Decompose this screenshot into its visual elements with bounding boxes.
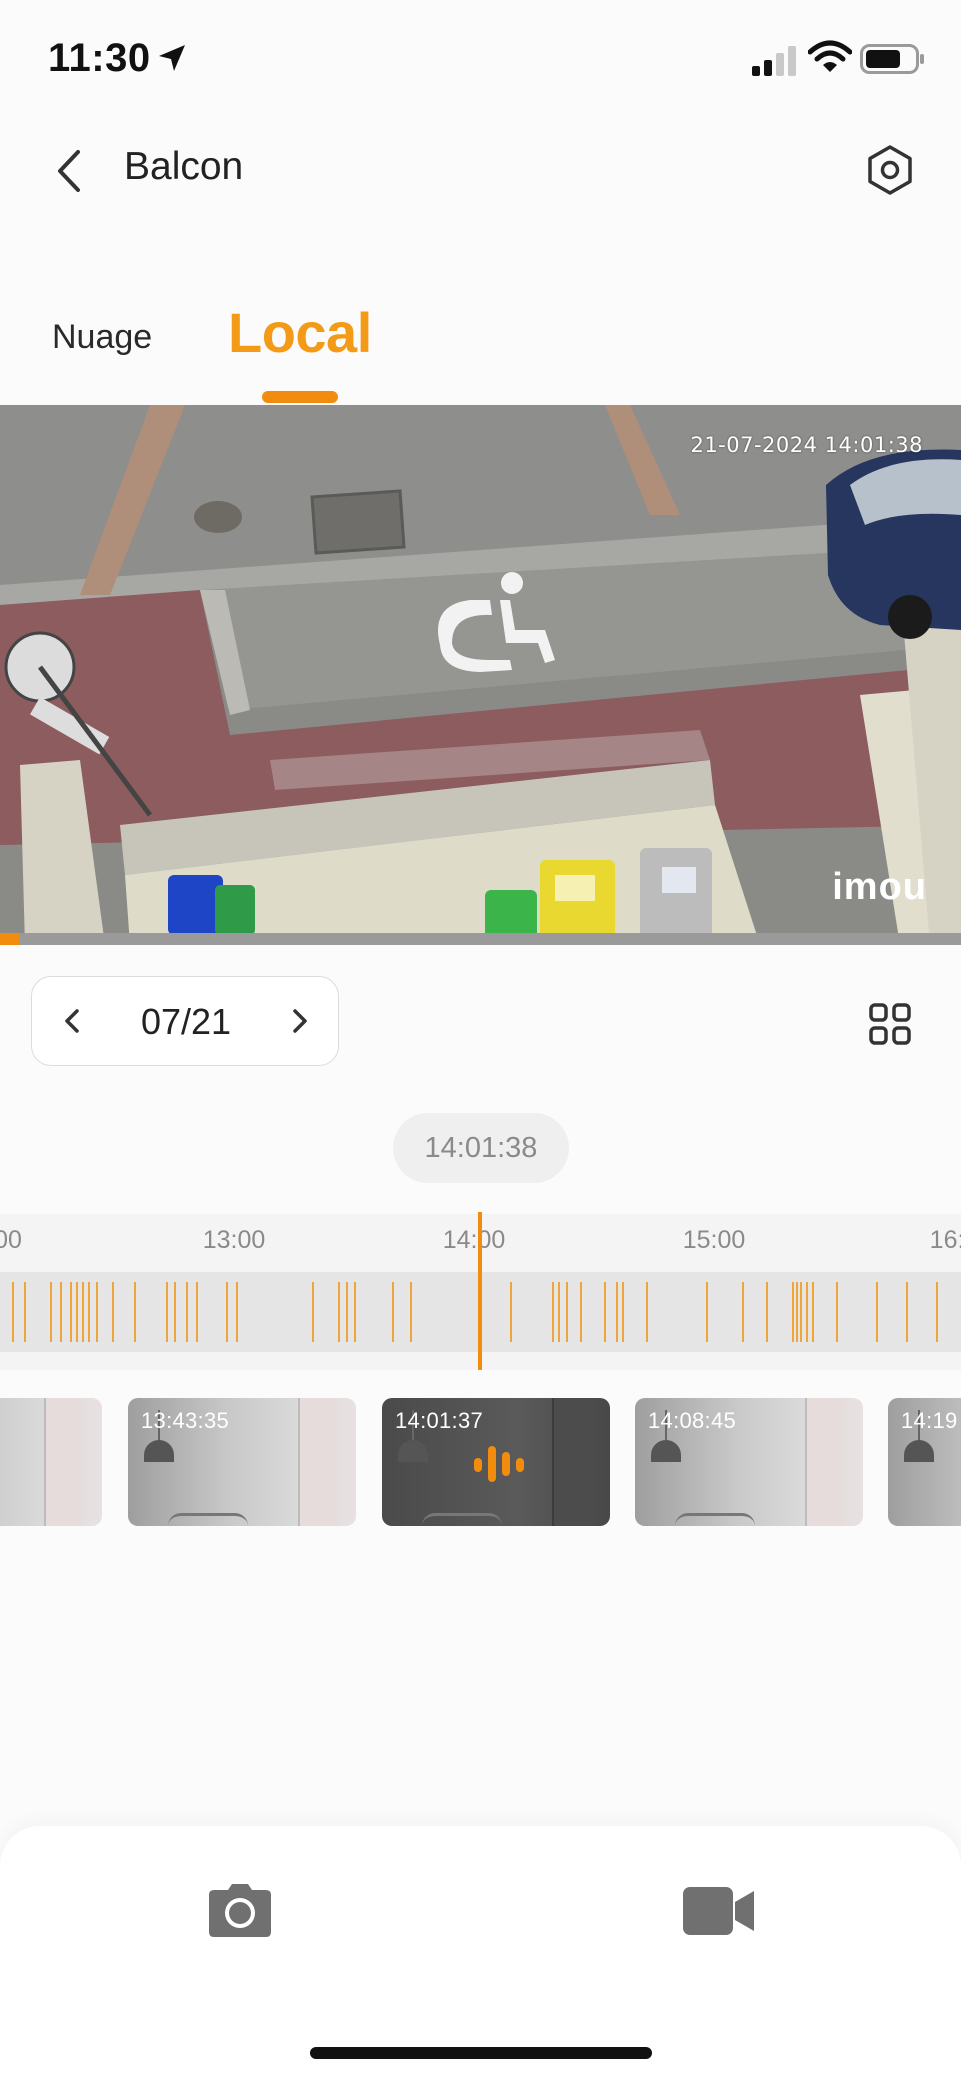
timeline-event-mark: [50, 1282, 52, 1342]
timeline-event-mark: [616, 1282, 618, 1342]
timeline-event-mark: [806, 1282, 808, 1342]
timeline-event-mark: [836, 1282, 838, 1342]
date-picker: 07/21: [31, 976, 339, 1066]
timeline-event-mark: [906, 1282, 908, 1342]
timeline-event-mark: [76, 1282, 78, 1342]
recording-thumbnail[interactable]: 14:08:45: [635, 1398, 863, 1526]
timeline-event-mark: [174, 1282, 176, 1342]
status-time: 11:30: [48, 36, 151, 80]
video-player[interactable]: 21-07-2024 14:01:38 imou: [0, 405, 961, 945]
timeline-event-mark: [552, 1282, 554, 1342]
back-button[interactable]: [50, 146, 90, 196]
bottom-action-bar: [0, 1826, 961, 2081]
brand-watermark: imou: [832, 866, 927, 908]
timeline-event-mark: [346, 1282, 348, 1342]
video-timestamp: 21-07-2024 14:01:38: [690, 433, 923, 457]
timeline-event-mark: [196, 1282, 198, 1342]
timeline-event-mark: [312, 1282, 314, 1342]
cellular-signal-icon: [752, 46, 796, 76]
timeline-event-mark: [796, 1282, 798, 1342]
timeline-label: 00: [0, 1226, 22, 1254]
recording-thumbnail-active[interactable]: 14:01:37: [382, 1398, 610, 1526]
recording-thumbnail[interactable]: [0, 1398, 102, 1526]
timeline-event-mark: [236, 1282, 238, 1342]
timeline-event-mark: [566, 1282, 568, 1342]
tab-local[interactable]: Local: [228, 300, 372, 365]
timeline-event-mark: [812, 1282, 814, 1342]
timeline-event-mark: [792, 1282, 794, 1342]
playing-indicator-icon: [474, 1446, 524, 1482]
timeline-event-mark: [558, 1282, 560, 1342]
timeline-event-mark: [338, 1282, 340, 1342]
timeline-event-mark: [936, 1282, 938, 1342]
timeline-label: 16:0: [929, 1226, 961, 1254]
settings-button[interactable]: [864, 144, 916, 196]
timeline-event-mark: [12, 1282, 14, 1342]
timeline-event-mark: [24, 1282, 26, 1342]
recording-thumbnail[interactable]: 13:43:35: [128, 1398, 356, 1526]
tab-cloud[interactable]: Nuage: [52, 318, 152, 357]
timeline-label: 14:00: [442, 1226, 506, 1254]
location-arrow-icon: [159, 45, 185, 71]
timeline-event-mark: [70, 1282, 72, 1342]
timeline-event-mark: [742, 1282, 744, 1342]
timeline-event-mark: [410, 1282, 412, 1342]
timeline-event-mark: [766, 1282, 768, 1342]
timeline-event-mark: [226, 1282, 228, 1342]
timeline-event-mark: [646, 1282, 648, 1342]
timeline-event-mark: [186, 1282, 188, 1342]
video-progress-fill: [0, 933, 20, 945]
timeline-event-mark: [88, 1282, 90, 1342]
wifi-icon: [808, 40, 852, 72]
timeline-cursor[interactable]: [478, 1212, 482, 1370]
recording-thumbnail[interactable]: 14:19: [888, 1398, 961, 1526]
timeline-event-mark: [604, 1282, 606, 1342]
timeline-event-mark: [876, 1282, 878, 1342]
video-frame: [0, 405, 961, 945]
thumbnail-time: 14:19: [901, 1408, 958, 1433]
record-video-button[interactable]: [682, 1885, 756, 1937]
battery-icon: [860, 44, 924, 74]
active-tab-indicator: [262, 391, 338, 403]
snapshot-button[interactable]: [208, 1882, 272, 1938]
timeline-label: 13:00: [202, 1226, 266, 1254]
timeline-event-mark: [392, 1282, 394, 1342]
video-progress-track[interactable]: [0, 933, 961, 945]
timeline-event-mark: [134, 1282, 136, 1342]
thumbnail-time: 13:43:35: [141, 1408, 230, 1433]
timeline-event-mark: [60, 1282, 62, 1342]
recording-thumbnails: 13:43:35 14:01:37 14:08:45 14:19: [0, 1398, 961, 1528]
timeline-event-mark: [800, 1282, 802, 1342]
camera-title: Balcon: [124, 145, 244, 188]
timeline-event-mark: [96, 1282, 98, 1342]
timeline-event-mark: [166, 1282, 168, 1342]
timeline-event-mark: [354, 1282, 356, 1342]
thumbnail-time: 14:08:45: [648, 1408, 737, 1433]
home-indicator: [310, 2047, 652, 2059]
timeline-label: 15:00: [682, 1226, 746, 1254]
grid-view-button[interactable]: [868, 1002, 912, 1046]
timeline-event-mark: [706, 1282, 708, 1342]
thumbnail-time: 14:01:37: [395, 1408, 484, 1433]
timeline-event-mark: [510, 1282, 512, 1342]
current-time-pill: 14:01:38: [393, 1113, 569, 1183]
timeline-event-mark: [622, 1282, 624, 1342]
timeline-event-mark: [82, 1282, 84, 1342]
timeline-event-mark: [580, 1282, 582, 1342]
timeline-event-mark: [112, 1282, 114, 1342]
next-day-button[interactable]: [286, 1005, 314, 1037]
